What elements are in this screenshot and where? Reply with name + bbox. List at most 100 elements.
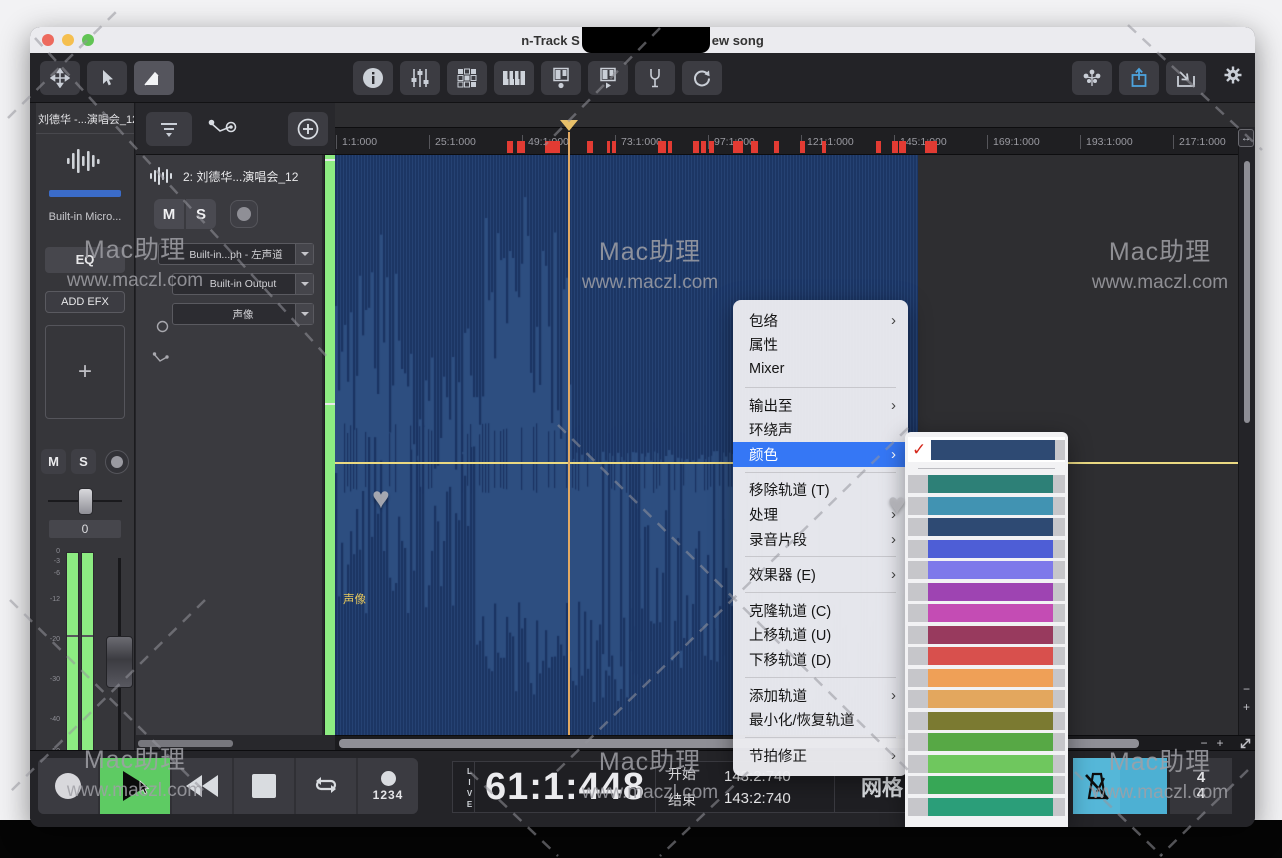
vertical-zoom-out-button[interactable]: − [1240,683,1253,697]
vertical-scrollbar-thumb[interactable] [1244,161,1250,423]
output-select[interactable]: Built-in Output [172,273,314,295]
piano-keyboard-button[interactable] [494,61,534,95]
sync-button[interactable] [682,61,722,95]
menu-item[interactable]: 添加轨道› [733,683,908,708]
metronome-off-half[interactable] [1073,758,1120,814]
zoom-button[interactable] [82,34,94,46]
menu-item[interactable]: 克隆轨道 (C) [733,598,908,623]
pads-button[interactable] [447,61,487,95]
live-indicator[interactable]: LIVE [452,761,474,813]
timeline-ruler[interactable]: 1:1:00025:1:00049:1:00073:1:00097:1:0001… [335,127,1255,155]
envelope-node-icon[interactable] [208,117,242,146]
menu-item[interactable]: 最小化/恢复轨道 [733,707,908,732]
color-option[interactable] [908,690,1065,708]
eq-button[interactable]: EQ [45,247,125,273]
play-button[interactable] [100,758,170,814]
time-signature[interactable]: 4 4 [1170,758,1232,814]
info-button[interactable] [353,61,393,95]
stop-button[interactable] [234,758,294,814]
color-option[interactable] [908,669,1065,687]
track-list-menu-button[interactable] [146,112,192,146]
add-efx-button[interactable]: ADD EFX [45,291,125,313]
sidebar-mute-button[interactable]: M [41,449,66,474]
minimize-button[interactable] [62,34,74,46]
menu-item[interactable]: 效果器 (E)› [733,562,908,587]
input-select[interactable]: Built-in...ph - 左声道 [158,243,314,265]
add-track-button[interactable] [288,112,328,146]
record-button[interactable] [38,758,98,814]
menu-item[interactable]: 处理› [733,502,908,527]
chevron-down-icon[interactable] [295,244,313,264]
pointer-tool-button[interactable] [87,61,127,95]
publish-button[interactable] [1166,61,1206,95]
menu-item[interactable]: 颜色› [733,442,908,467]
rewind-button[interactable] [172,758,232,814]
toolbar-left-group [40,61,181,95]
track-record-button[interactable] [541,61,581,95]
grid-label[interactable]: 网格 [861,772,903,802]
collaboration-button[interactable] [1072,61,1112,95]
horizontal-zoom-button[interactable]: ↔ [1238,129,1254,147]
move-tool-button[interactable] [40,61,80,95]
color-option[interactable] [908,776,1065,794]
vu-meter-right [81,552,94,780]
submenu-arrow-icon: › [891,687,896,704]
menu-item[interactable]: 上移轨道 (U) [733,623,908,648]
color-option[interactable] [908,755,1065,773]
color-option[interactable] [908,604,1065,622]
close-button[interactable] [42,34,54,46]
color-option[interactable] [908,733,1065,751]
playhead-marker[interactable] [560,120,578,140]
color-option[interactable] [908,518,1065,536]
menu-item[interactable]: 属性 [733,333,908,358]
track-record-arm-button[interactable] [230,200,258,228]
end-value[interactable]: 143:2:740 [724,790,820,807]
sidebar-solo-button[interactable]: S [71,449,96,474]
settings-button[interactable] [1223,65,1243,90]
add-effect-slot[interactable]: + [45,325,125,419]
color-option[interactable] [908,798,1065,816]
color-option[interactable] [908,712,1065,730]
track-solo-button[interactable]: S [186,199,216,229]
color-option[interactable] [908,561,1065,579]
color-option[interactable] [908,497,1065,515]
menu-item[interactable]: Mixer [733,357,908,382]
zoom-in-button[interactable]: + [1213,737,1227,750]
menu-item[interactable]: 节拍修正› [733,743,908,768]
menu-item[interactable]: 包络› [733,308,908,333]
chevron-down-icon[interactable] [295,304,313,324]
tuner-button[interactable] [635,61,675,95]
chevron-down-icon[interactable] [295,274,313,294]
zoom-out-button[interactable]: − [1197,737,1211,750]
color-option[interactable] [908,475,1065,493]
metronome-options-half[interactable] [1120,758,1167,814]
pan-slider[interactable] [36,486,134,516]
volume-fader-thumb[interactable] [106,636,133,688]
track-header[interactable]: 2: 刘德华...演唱会_12 M S Built-in...ph - 左声道 [136,155,322,735]
track-panel-scrollbar[interactable] [138,740,233,747]
menu-item[interactable]: 输出至› [733,393,908,418]
metronome-toggle-button[interactable] [1073,758,1167,814]
loop-button[interactable] [296,758,356,814]
pan-slider-thumb[interactable] [78,488,93,515]
track-play-button[interactable] [588,61,628,95]
track-mute-button[interactable]: M [154,199,184,229]
color-option[interactable] [908,540,1065,558]
color-option[interactable] [908,626,1065,644]
color-option-checked[interactable]: ✓ [908,437,1065,462]
menu-item[interactable]: 环绕声 [733,417,908,442]
color-option[interactable] [908,647,1065,665]
metronome-count-button[interactable]: 1234 [358,758,418,814]
submenu-arrow-icon: › [891,531,896,548]
fade-tool-button[interactable] [134,61,174,95]
vertical-zoom-in-button[interactable]: + [1240,701,1253,715]
menu-item[interactable]: 移除轨道 (T) [733,478,908,503]
share-button[interactable] [1119,61,1159,95]
menu-item[interactable]: 录音片段› [733,527,908,552]
mixer-button[interactable] [400,61,440,95]
time-display[interactable]: 61:1:448 [475,766,655,809]
color-option[interactable] [908,583,1065,601]
menu-item[interactable]: 下移轨道 (D) [733,647,908,672]
sidebar-record-arm-button[interactable] [105,450,129,474]
envelope-select[interactable]: 声像 [172,303,314,325]
